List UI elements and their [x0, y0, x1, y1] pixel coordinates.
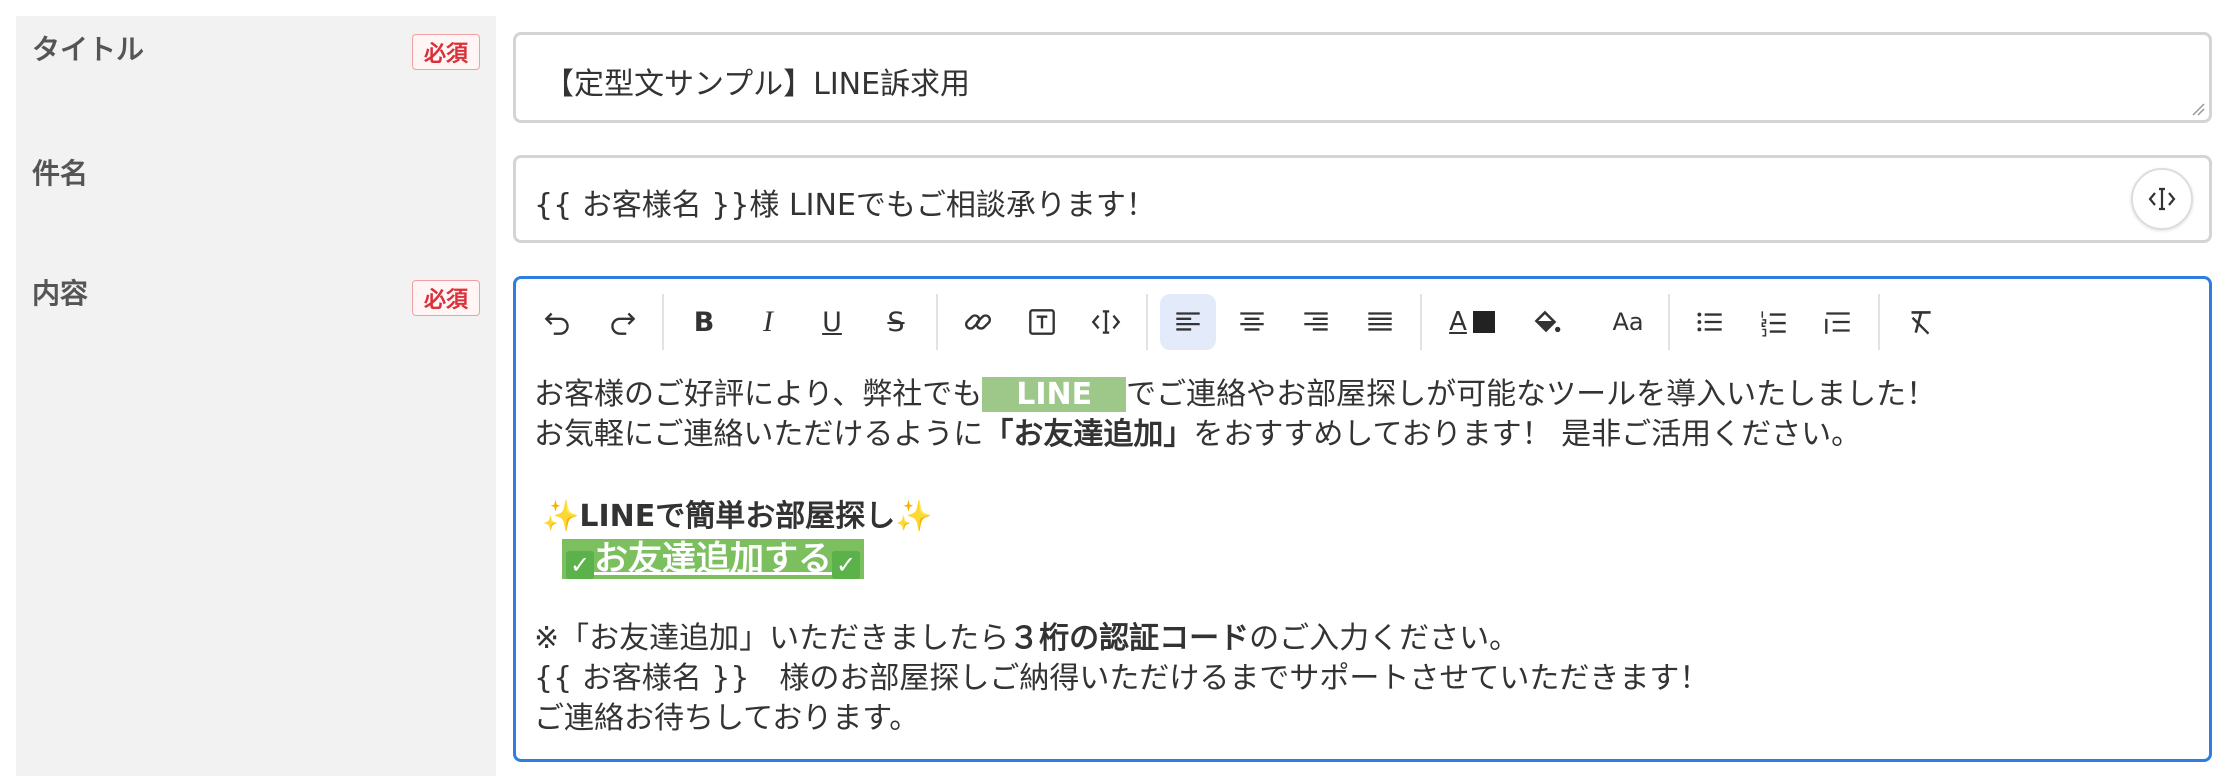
- variable-insert-icon: [1091, 310, 1121, 334]
- toolbar-divider: [1420, 294, 1422, 350]
- undo-button[interactable]: [530, 294, 586, 350]
- toolbar-divider: [662, 294, 664, 350]
- content-text: ご連絡お待ちしております。: [534, 701, 920, 736]
- text-box-button[interactable]: [1014, 294, 1070, 350]
- strikethrough-icon: S: [887, 306, 905, 338]
- content-blank-line: [534, 455, 2191, 495]
- content-bold-text: LINEで簡単お部屋探し: [579, 499, 896, 534]
- link-button[interactable]: [950, 294, 1006, 350]
- content-line: お気軽にご連絡いただけるように「お友達追加」をおすすめしております！ 是非ご活用…: [534, 415, 2191, 455]
- align-left-button[interactable]: [1160, 294, 1216, 350]
- font-color-swatch: [1472, 311, 1495, 333]
- content-text: をおすすめしております！ 是非ご活用ください。: [1193, 417, 1862, 452]
- check-mark-icon: ✓: [566, 551, 594, 579]
- align-right-button[interactable]: [1288, 294, 1344, 350]
- bold-button[interactable]: B: [676, 294, 732, 350]
- underline-button[interactable]: U: [804, 294, 860, 350]
- highlight-color-button[interactable]: [1518, 294, 1574, 350]
- indent-list-icon: [1825, 312, 1850, 334]
- italic-button[interactable]: I: [740, 294, 796, 350]
- line-highlight: LINE: [982, 377, 1127, 412]
- numbered-list-button[interactable]: [1746, 294, 1802, 350]
- align-left-icon: [1176, 312, 1200, 331]
- subject-label: 件名: [32, 157, 89, 190]
- content-label: 内容: [32, 277, 89, 310]
- sparkles-icon: ✨: [895, 499, 933, 534]
- title-label: タイトル: [32, 33, 145, 66]
- content-bold-text: 「お友達追加」: [983, 417, 1194, 452]
- content-text: でご連絡やお部屋探しが可能なツールを導入いたしました！: [1126, 377, 1937, 412]
- content-editor[interactable]: B I U S A Aa お客様のご好評により、弊社でも LINE でご連絡やお…: [513, 276, 2212, 762]
- toolbar-divider: [1878, 294, 1880, 350]
- redo-button[interactable]: [594, 294, 650, 350]
- align-center-button[interactable]: [1224, 294, 1280, 350]
- check-mark-icon: ✓: [832, 551, 860, 579]
- clear-format-icon: [1911, 311, 1931, 335]
- toolbar-divider: [1668, 294, 1670, 350]
- variable-insert-toolbar-button[interactable]: [1078, 294, 1134, 350]
- indent-list-button[interactable]: [1810, 294, 1866, 350]
- bulleted-list-button[interactable]: [1682, 294, 1738, 350]
- content-line: ※「お友達追加」いただきましたら３桁の認証コードのご入力ください。: [534, 619, 2191, 659]
- subject-field[interactable]: {{ お客様名 }}様 LINEでもご相談承ります！: [513, 155, 2212, 243]
- clear-format-button[interactable]: [1892, 294, 1948, 350]
- font-color-icon: A: [1449, 307, 1467, 337]
- italic-icon: I: [763, 305, 773, 338]
- content-line: {{ お客様名 }} 様のお部屋探しご納得いただけるまでサポートさせていただきま…: [534, 659, 2191, 699]
- align-center-icon: [1240, 312, 1264, 331]
- toolbar-divider: [1146, 294, 1148, 350]
- content-required-badge: 必須: [412, 280, 480, 316]
- link-icon: [965, 314, 991, 330]
- highlight-color-icon: [1534, 310, 1561, 333]
- add-friend-link[interactable]: ✓ お友達追加する ✓: [562, 539, 864, 579]
- sparkles-icon: ✨: [542, 499, 580, 534]
- variable-insert-button[interactable]: [2131, 168, 2193, 230]
- title-field[interactable]: 【定型文サンプル】LINE訴求用: [513, 32, 2212, 123]
- align-right-icon: [1304, 312, 1328, 331]
- redo-icon: [611, 312, 636, 335]
- content-blank-line: [534, 579, 2191, 619]
- toolbar-divider: [936, 294, 938, 350]
- editor-toolbar: B I U S A Aa: [526, 289, 2199, 355]
- align-justify-icon: [1368, 312, 1392, 331]
- resize-grip-icon[interactable]: [2191, 102, 2205, 116]
- content-text: ※「お友達追加」いただきましたら: [534, 621, 1010, 656]
- numbered-list-icon: [1761, 311, 1786, 337]
- undo-icon: [544, 312, 569, 335]
- font-size-button[interactable]: Aa: [1600, 294, 1656, 350]
- title-value: 【定型文サンプル】LINE訴求用: [544, 67, 971, 102]
- subject-value: {{ お客様名 }}様 LINEでもご相談承ります！: [534, 188, 1156, 223]
- strikethrough-button[interactable]: S: [868, 294, 924, 350]
- add-friend-link-text: お友達追加する: [594, 539, 832, 579]
- content-line: お客様のご好評により、弊社でも LINE でご連絡やお部屋探しが可能なツールを導入い…: [534, 375, 2191, 415]
- content-line: ご連絡お待ちしております。: [534, 699, 2191, 739]
- editor-body[interactable]: お客様のご好評により、弊社でも LINE でご連絡やお部屋探しが可能なツールを導入い…: [534, 375, 2191, 739]
- label-column: [16, 16, 496, 776]
- font-size-icon: Aa: [1612, 308, 1644, 336]
- bold-icon: B: [693, 306, 715, 338]
- title-required-badge: 必須: [412, 34, 480, 70]
- bulleted-list-icon: [1697, 312, 1722, 332]
- content-text: {{ お客様名 }} 様のお部屋探しご納得いただけるまでサポートさせていただきま…: [534, 661, 1710, 696]
- text-box-icon: [1029, 309, 1055, 335]
- underline-icon: U: [822, 306, 842, 338]
- content-bold-text: ３桁の認証コード: [1009, 621, 1250, 656]
- content-line: ✨LINEで簡単お部屋探し✨: [534, 497, 2191, 537]
- align-justify-button[interactable]: [1352, 294, 1408, 350]
- font-color-button[interactable]: A: [1434, 294, 1510, 350]
- variable-insert-icon: [2148, 187, 2176, 211]
- content-line: ✓ お友達追加する ✓: [534, 539, 2191, 579]
- content-text: お気軽にご連絡いただけるように: [534, 417, 984, 452]
- content-text: お客様のご好評により、弊社でも: [534, 377, 983, 412]
- content-text: のご入力ください。: [1249, 621, 1520, 656]
